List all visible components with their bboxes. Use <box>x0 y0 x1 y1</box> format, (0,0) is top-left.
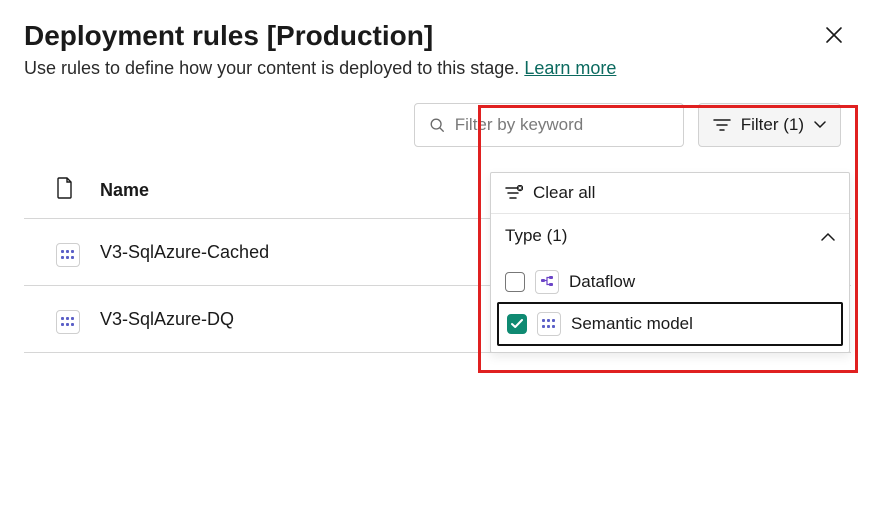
chevron-up-icon <box>821 232 835 241</box>
dataflow-icon <box>535 270 559 294</box>
search-icon <box>429 116 445 134</box>
filter-section-label: Type (1) <box>505 226 567 246</box>
learn-more-link[interactable]: Learn more <box>524 58 616 78</box>
close-button[interactable] <box>817 20 851 54</box>
close-icon <box>825 26 843 44</box>
clear-all-button[interactable]: Clear all <box>491 173 849 214</box>
filter-button[interactable]: Filter (1) <box>698 103 841 147</box>
semantic-model-icon <box>537 312 561 336</box>
semantic-model-icon <box>56 243 80 267</box>
semantic-model-icon <box>56 310 80 334</box>
search-input[interactable] <box>455 115 669 135</box>
toolbar: Filter (1) <box>24 103 851 147</box>
page-subtitle: Use rules to define how your content is … <box>24 58 851 79</box>
filter-section-type[interactable]: Type (1) <box>491 214 849 258</box>
chevron-down-icon <box>814 121 826 129</box>
checkbox-checked[interactable] <box>507 314 527 334</box>
filter-icon <box>713 118 731 132</box>
clear-filter-icon <box>505 185 523 201</box>
filter-dropdown: Clear all Type (1) Dataflow Semantic mod… <box>490 172 850 353</box>
filter-option-label: Dataflow <box>569 272 635 292</box>
checkbox-unchecked[interactable] <box>505 272 525 292</box>
filter-button-label: Filter (1) <box>741 115 804 135</box>
filter-option-dataflow[interactable]: Dataflow <box>497 262 843 302</box>
subtitle-text: Use rules to define how your content is … <box>24 58 519 78</box>
filter-option-label: Semantic model <box>571 314 693 334</box>
search-field[interactable] <box>414 103 684 147</box>
clear-all-label: Clear all <box>533 183 595 203</box>
document-icon <box>56 177 74 199</box>
page-title: Deployment rules [Production] <box>24 20 433 52</box>
col-type-header[interactable] <box>24 165 90 219</box>
filter-option-semantic-model[interactable]: Semantic model <box>497 302 843 346</box>
